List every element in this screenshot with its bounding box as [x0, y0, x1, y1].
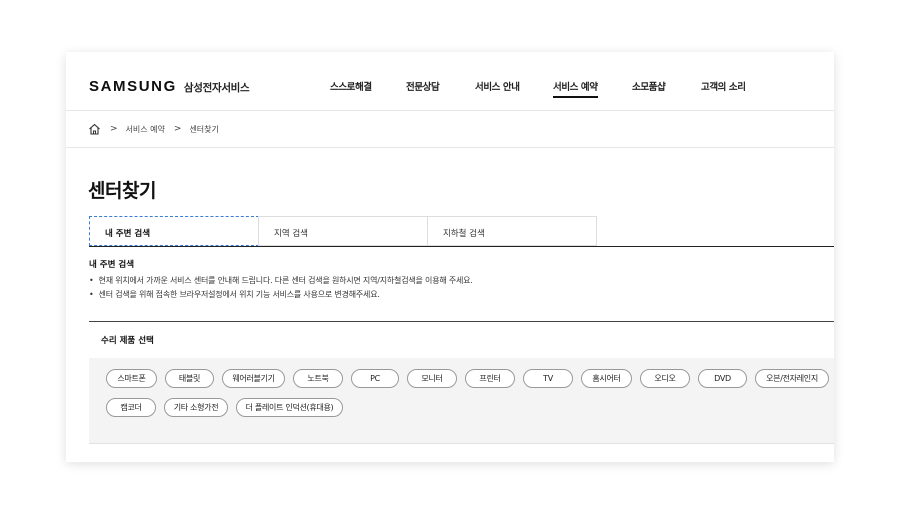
page-card: SAMSUNG 삼성전자서비스 스스로해결 전문상담 서비스 안내 서비스 예약… [66, 52, 834, 462]
divider [66, 147, 834, 148]
product-chip-area: 스마트폰 태블릿 웨어러블기기 노트북 PC 모니터 프린터 TV 홈시어터 오… [89, 358, 834, 444]
product-section-title: 수리 제품 선택 [101, 336, 154, 346]
nav-service-reservation[interactable]: 서비스 예약 [553, 79, 598, 98]
info-list: 현재 위치에서 가까운 서비스 센터를 안내해 드립니다. 다른 센터 검색을 … [89, 274, 473, 302]
product-chip-monitor[interactable]: 모니터 [407, 369, 457, 388]
product-chip-dvd[interactable]: DVD [698, 369, 747, 388]
nav-self-solve[interactable]: 스스로해결 [330, 79, 372, 93]
product-chip-small-appliance[interactable]: 기타 소형가전 [164, 398, 228, 417]
product-chip-wearable[interactable]: 웨어러블기기 [222, 369, 285, 388]
breadcrumb-separator: > [173, 124, 182, 134]
tabs-underline [89, 246, 834, 247]
breadcrumb-separator: > [110, 124, 118, 134]
main-nav: 스스로해결 전문상담 서비스 안내 서비스 예약 소모품샵 고객의 소리 [66, 52, 834, 111]
product-chip-camcorder[interactable]: 캠코더 [106, 398, 156, 417]
info-title: 내 주변 검색 [89, 260, 135, 270]
page-title: 센터찾기 [88, 180, 156, 202]
product-chip-pc[interactable]: PC [351, 369, 399, 388]
tab-subway-search[interactable]: 지하철 검색 [427, 216, 597, 246]
nav-customer-voice[interactable]: 고객의 소리 [701, 79, 746, 93]
breadcrumb-item-reservation[interactable]: 서비스 예약 [126, 124, 165, 135]
product-chip-printer[interactable]: 프린터 [465, 369, 515, 388]
product-chip-audio[interactable]: 오디오 [640, 369, 690, 388]
breadcrumb: > 서비스 예약 > 센터찾기 [88, 121, 219, 137]
tab-region-search[interactable]: 지역 검색 [258, 216, 428, 246]
product-chip-smartphone[interactable]: 스마트폰 [106, 369, 157, 388]
product-chip-home-theater[interactable]: 홈시어터 [581, 369, 632, 388]
nav-consult[interactable]: 전문상담 [406, 79, 440, 93]
nav-supplies-shop[interactable]: 소모품샵 [632, 79, 666, 93]
site-header: SAMSUNG 삼성전자서비스 스스로해결 전문상담 서비스 안내 서비스 예약… [66, 52, 834, 111]
product-chip-oven[interactable]: 오븐/전자레인지 [755, 369, 829, 388]
product-chip-laptop[interactable]: 노트북 [293, 369, 343, 388]
nav-service-info[interactable]: 서비스 안내 [475, 79, 520, 93]
search-tabs: 내 주변 검색 지역 검색 지하철 검색 [89, 216, 834, 247]
info-line: 현재 위치에서 가까운 서비스 센터를 안내해 드립니다. 다른 센터 검색을 … [89, 274, 473, 288]
product-chip-tv[interactable]: TV [523, 369, 573, 388]
product-chip-induction[interactable]: 더 플레이트 인덕션(휴대용) [236, 398, 343, 417]
breadcrumb-item-current: 센터찾기 [189, 124, 219, 134]
product-chip-tablet[interactable]: 태블릿 [165, 369, 214, 388]
tab-nearby-search[interactable]: 내 주변 검색 [89, 216, 259, 246]
info-line: 센터 검색을 위해 접속한 브라우저설정에서 위치 기능 서비스를 사용으로 변… [89, 288, 473, 302]
home-icon[interactable] [88, 123, 101, 135]
section-divider [89, 321, 834, 322]
